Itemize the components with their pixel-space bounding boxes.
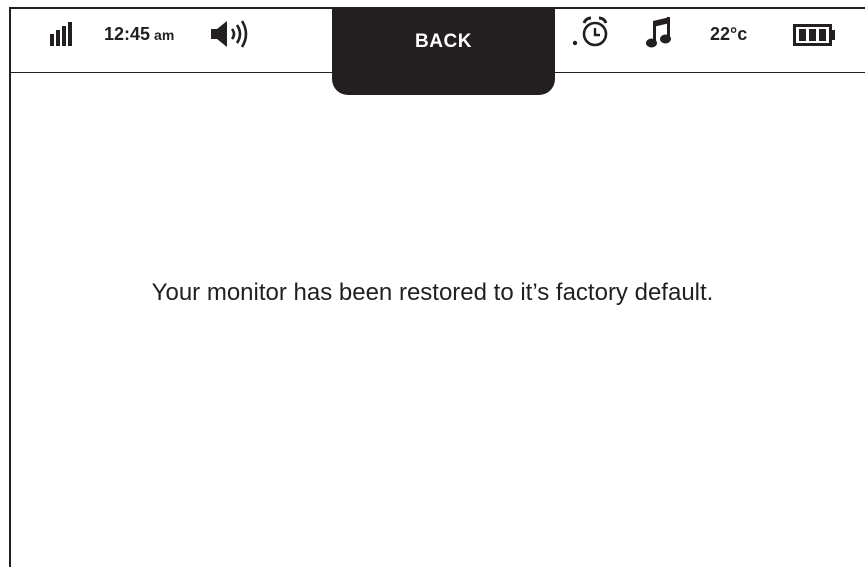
music-note-icon[interactable] (646, 17, 672, 49)
temperature-readout: 22°c (710, 24, 747, 45)
back-button[interactable]: BACK (332, 7, 555, 95)
clock-time: 12:45 am (104, 24, 174, 45)
speaker-volume-icon[interactable] (211, 19, 259, 49)
temperature-value: 22°c (710, 24, 748, 44)
battery-full-icon (793, 24, 837, 46)
signal-strength-icon (50, 22, 72, 46)
clock-time-value: 12:45 (104, 24, 151, 44)
status-message: Your monitor has been restored to it’s f… (151, 279, 714, 306)
clock-ampm: am (154, 26, 175, 43)
back-button-label: BACK (415, 31, 472, 52)
alarm-clock-icon[interactable] (572, 15, 614, 49)
